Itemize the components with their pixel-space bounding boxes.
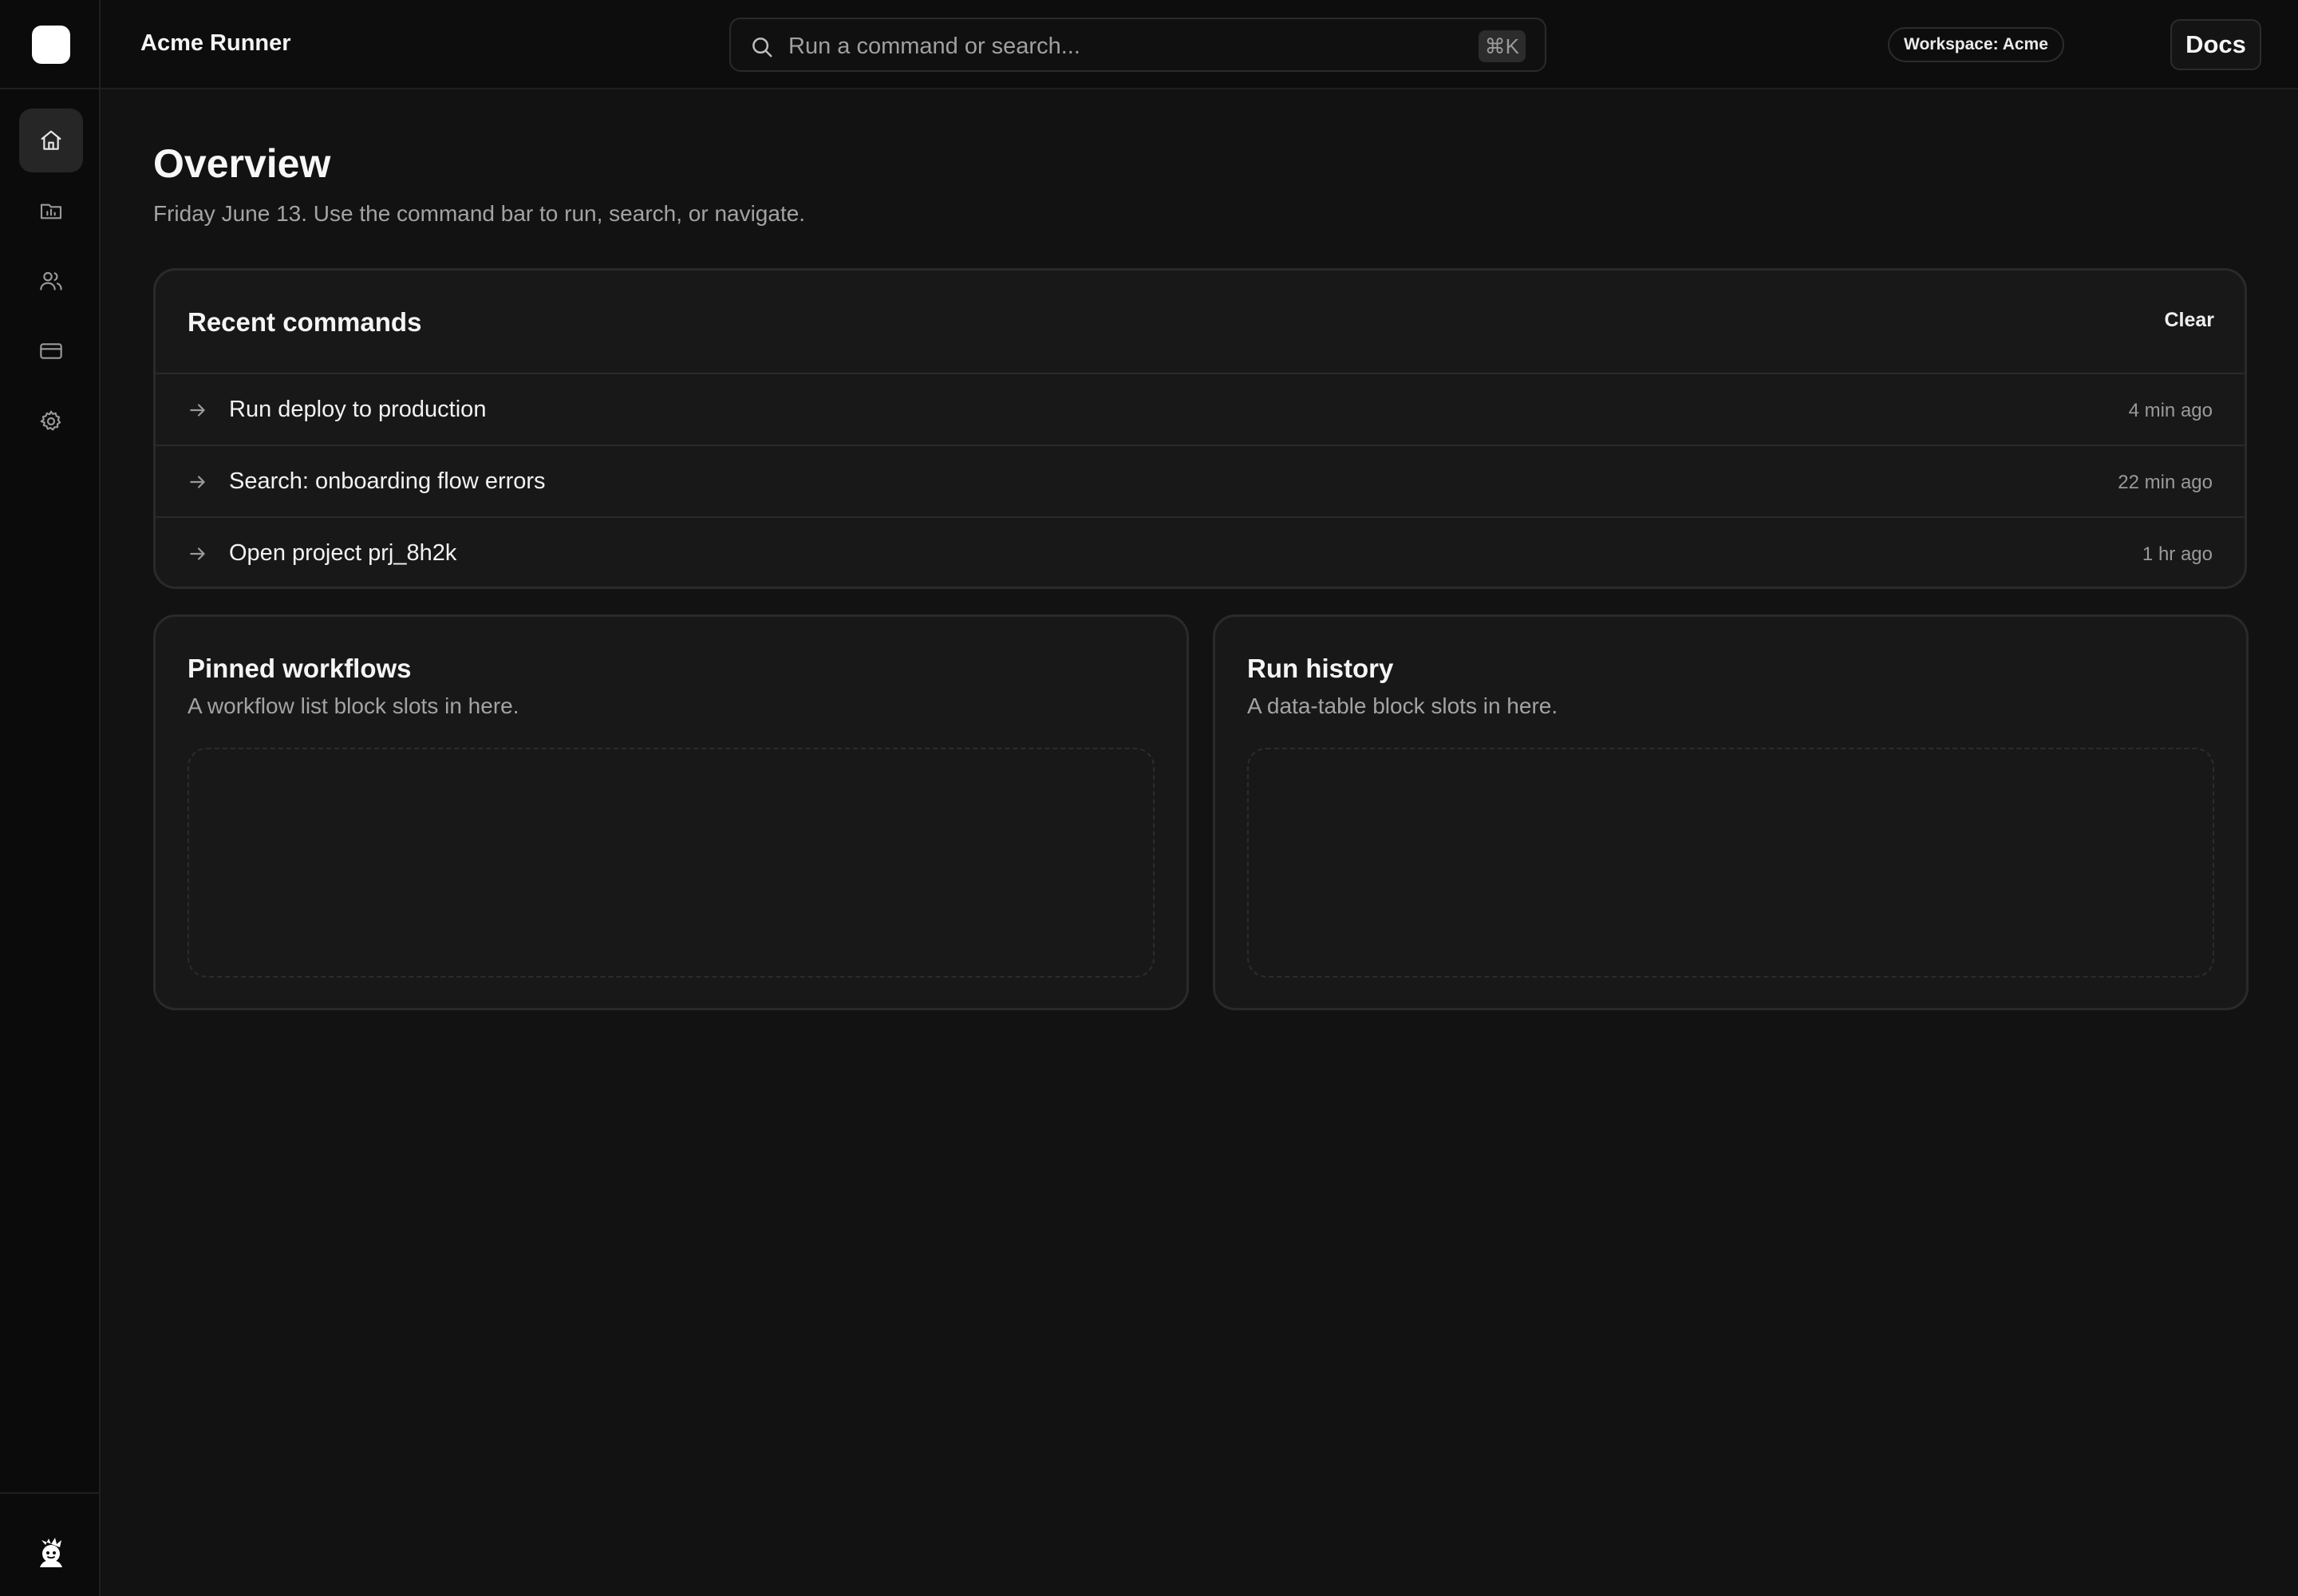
recent-command-row[interactable]: Search: onboarding flow errors 22 min ag… (156, 444, 2245, 516)
gear-icon (40, 410, 61, 431)
app-title: Acme Runner (140, 30, 291, 56)
sidebar-divider (0, 1492, 101, 1494)
mascot-icon[interactable] (32, 1532, 70, 1570)
run-history-title: Run history (1247, 654, 1394, 683)
sidebar-item-billing[interactable] (19, 319, 83, 383)
recent-command-time: 1 hr ago (2142, 543, 2213, 565)
pinned-workflows-description: A workflow list block slots in here. (188, 693, 519, 718)
page-title: Overview (153, 141, 331, 186)
recent-command-label: Open project prj_8h2k (229, 540, 457, 566)
app-root: Acme Runner Run a command or search... ⌘… (0, 0, 2298, 1596)
workspace-badge[interactable]: Workspace: Acme (1888, 27, 2064, 62)
run-history-card: Run history A data-table block slots in … (1213, 614, 2249, 1010)
recent-command-time: 4 min ago (2128, 400, 2213, 421)
credit-card-icon (40, 343, 62, 359)
docs-button[interactable]: Docs (2170, 19, 2261, 70)
run-history-description: A data-table block slots in here. (1247, 693, 1558, 718)
clear-button[interactable]: Clear (2164, 309, 2214, 332)
arrow-right-icon (190, 404, 205, 417)
users-icon (40, 271, 62, 290)
sidebar-item-home[interactable] (19, 109, 83, 172)
recent-command-row[interactable]: Open project prj_8h2k 1 hr ago (156, 516, 2245, 587)
arrow-right-icon (190, 547, 205, 560)
recent-command-label: Search: onboarding flow errors (229, 468, 546, 494)
search-icon (752, 38, 772, 57)
sidebar-divider (0, 88, 101, 89)
command-bar-placeholder[interactable]: Run a command or search... (788, 34, 1080, 60)
pinned-workflows-title: Pinned workflows (188, 654, 412, 683)
data-table-slot (1247, 748, 2214, 978)
sidebar-item-settings[interactable] (19, 389, 83, 453)
pinned-workflows-card: Pinned workflows A workflow list block s… (153, 614, 1189, 1010)
recent-command-label: Run deploy to production (229, 397, 487, 422)
recent-command-row[interactable]: Run deploy to production 4 min ago (156, 373, 2245, 444)
workflow-list-slot (188, 748, 1155, 978)
arrow-right-icon (190, 476, 205, 488)
page-subtitle: Friday June 13. Use the command bar to r… (153, 201, 806, 226)
folder-chart-icon (40, 203, 62, 219)
sidebar-item-team[interactable] (19, 249, 83, 313)
app-logo[interactable] (32, 26, 70, 64)
recent-commands-card: Recent commands Clear Run deploy to prod… (153, 268, 2247, 589)
top-bar: Acme Runner Run a command or search... ⌘… (101, 0, 2298, 89)
home-icon (41, 130, 61, 150)
sidebar (0, 0, 101, 1596)
recent-command-time: 22 min ago (2118, 472, 2213, 493)
sidebar-item-projects[interactable] (19, 179, 83, 243)
shortcut-hint: ⌘K (1478, 30, 1526, 62)
recent-commands-title: Recent commands (188, 307, 422, 337)
command-bar[interactable]: Run a command or search... ⌘K (729, 18, 1546, 72)
